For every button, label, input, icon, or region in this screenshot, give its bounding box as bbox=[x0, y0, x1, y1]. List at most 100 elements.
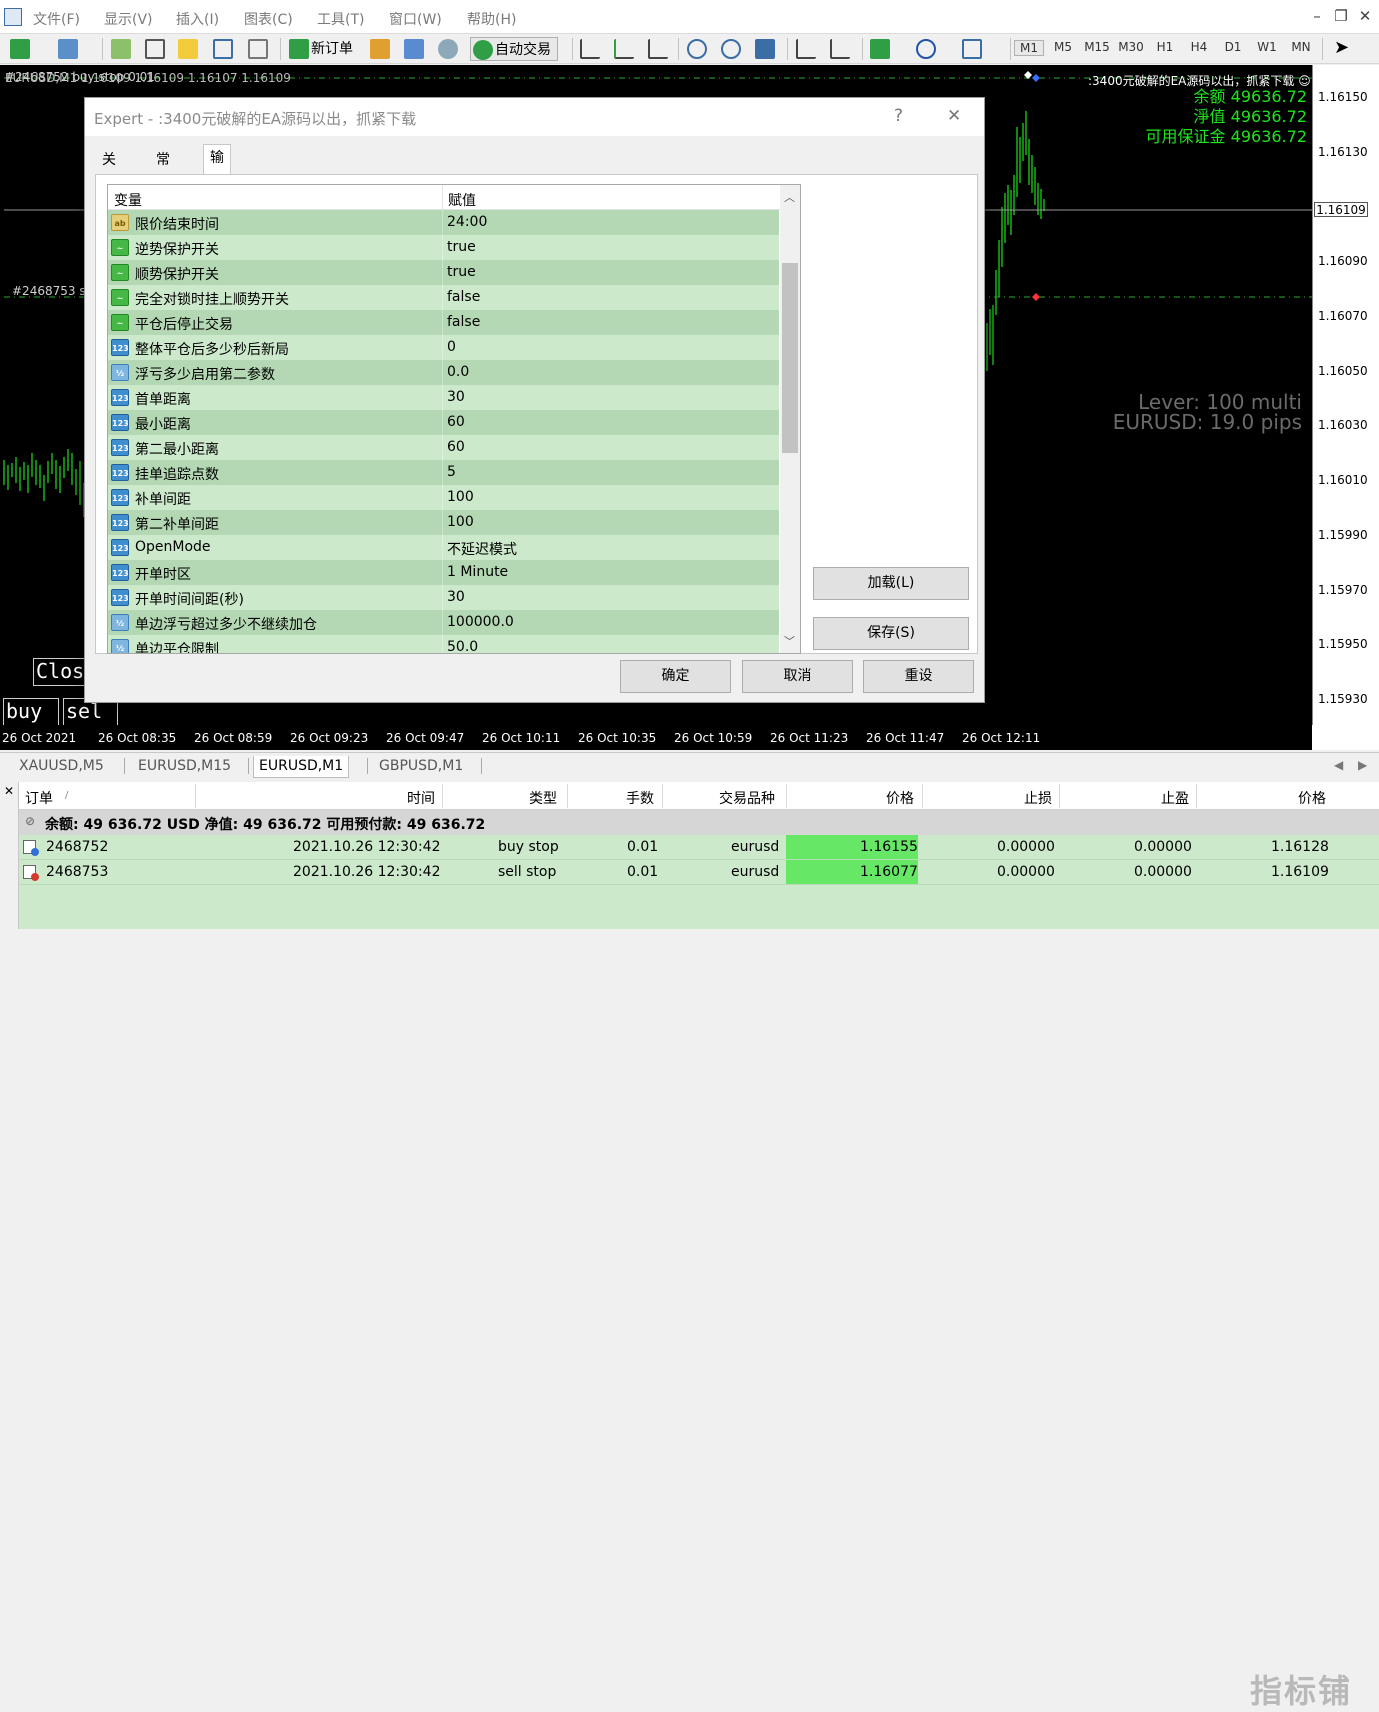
autoscroll-icon[interactable] bbox=[830, 39, 850, 59]
param-row[interactable]: 123 挂单追踪点数 5 bbox=[108, 460, 779, 485]
line-chart-icon[interactable] bbox=[648, 39, 668, 59]
restore-icon[interactable]: ❐ bbox=[1330, 4, 1352, 28]
periods-icon[interactable] bbox=[916, 39, 936, 59]
menu-file[interactable]: 文件(F) bbox=[33, 9, 80, 29]
signals-icon[interactable] bbox=[404, 39, 424, 59]
order-row[interactable]: 2468753 2021.10.26 12:30:42 sell stop 0.01 e… bbox=[19, 860, 1379, 885]
param-value[interactable]: 60 bbox=[447, 414, 465, 430]
templates-icon[interactable] bbox=[962, 39, 982, 59]
col-sl[interactable]: 止损 bbox=[1024, 788, 1052, 808]
order-row[interactable]: 2468752 2021.10.26 12:30:42 buy stop 0.01 eu… bbox=[19, 835, 1379, 860]
close-icon[interactable]: ✕ bbox=[1354, 4, 1376, 28]
tab-scroll-right-icon[interactable]: ▶ bbox=[1358, 758, 1367, 772]
param-value[interactable]: 50.0 bbox=[447, 639, 478, 653]
profiles-icon[interactable] bbox=[58, 39, 78, 59]
auto-trade-button[interactable]: 自动交易 bbox=[470, 37, 558, 61]
param-row[interactable]: ab 限价结束时间 24:00 bbox=[108, 210, 779, 235]
col-current-price[interactable]: 价格 bbox=[1298, 788, 1326, 808]
param-value[interactable]: 0.0 bbox=[447, 364, 469, 380]
param-row[interactable]: 123 OpenMode 不延迟模式 bbox=[108, 535, 779, 560]
menu-insert[interactable]: 插入(I) bbox=[176, 9, 219, 29]
tf-mn[interactable]: MN bbox=[1286, 40, 1316, 54]
tab-common[interactable]: 常用 bbox=[149, 146, 177, 195]
param-value[interactable]: 30 bbox=[447, 389, 465, 405]
param-row[interactable]: ~ 平仓后停止交易 false bbox=[108, 310, 779, 335]
tab-inputs[interactable]: 输入参数 bbox=[203, 144, 231, 247]
menu-window[interactable]: 窗口(W) bbox=[389, 9, 442, 29]
minimize-icon[interactable]: – bbox=[1306, 4, 1328, 28]
param-value[interactable]: 60 bbox=[447, 439, 465, 455]
param-row[interactable]: 123 第二最小距离 60 bbox=[108, 435, 779, 460]
chart-shift-icon[interactable] bbox=[796, 39, 816, 59]
col-order[interactable]: 订单 bbox=[25, 788, 53, 808]
bar-chart-icon[interactable] bbox=[580, 39, 600, 59]
param-value[interactable]: 不延迟模式 bbox=[447, 539, 517, 559]
param-value[interactable]: 100 bbox=[447, 514, 474, 530]
terminal-close-icon[interactable]: ✕ bbox=[4, 784, 14, 798]
menu-help[interactable]: 帮助(H) bbox=[467, 9, 516, 29]
tab-scroll-left-icon[interactable]: ◀ bbox=[1334, 758, 1343, 772]
reset-button[interactable]: 重设 bbox=[863, 660, 974, 693]
grid-scrollbar[interactable]: ︿ ﹀ bbox=[780, 185, 800, 653]
col-time[interactable]: 时间 bbox=[407, 788, 435, 808]
tf-h4[interactable]: H4 bbox=[1184, 40, 1214, 54]
param-row[interactable]: ½ 单边浮亏超过多少不继续加仓 100000.0 bbox=[108, 610, 779, 635]
chart-tab[interactable]: XAUUSD,M5 bbox=[14, 756, 109, 778]
param-row[interactable]: 123 补单间距 100 bbox=[108, 485, 779, 510]
param-value[interactable]: true bbox=[447, 264, 476, 280]
indicators-icon[interactable] bbox=[870, 39, 890, 59]
dialog-titlebar[interactable]: Expert - :3400元破解的EA源码以出，抓紧下载 ? ✕ bbox=[85, 98, 984, 136]
chart-tab[interactable]: GBPUSD,M1 bbox=[374, 756, 468, 778]
dialog-close-icon[interactable]: ✕ bbox=[947, 106, 961, 126]
menu-chart[interactable]: 图表(C) bbox=[244, 9, 293, 29]
param-row[interactable]: ½ 浮亏多少启用第二参数 0.0 bbox=[108, 360, 779, 385]
market-watch-icon[interactable] bbox=[111, 39, 131, 59]
load-button[interactable]: 加载(L) bbox=[813, 567, 969, 600]
tf-w1[interactable]: W1 bbox=[1252, 40, 1282, 54]
param-row[interactable]: 123 开单时区 1 Minute bbox=[108, 560, 779, 585]
help-icon[interactable]: ? bbox=[894, 106, 903, 126]
param-value[interactable]: 100000.0 bbox=[447, 614, 514, 630]
col-symbol[interactable]: 交易品种 bbox=[719, 788, 775, 808]
param-row[interactable]: ½ 单边平仓限制 50.0 bbox=[108, 635, 779, 653]
tf-m15[interactable]: M15 bbox=[1082, 40, 1112, 54]
chart-tab-active[interactable]: EURUSD,M1 bbox=[253, 756, 350, 778]
zoom-out-icon[interactable] bbox=[721, 39, 741, 59]
cancel-button[interactable]: 取消 bbox=[742, 660, 853, 693]
param-value[interactable]: false bbox=[447, 289, 480, 305]
tf-m30[interactable]: M30 bbox=[1116, 40, 1146, 54]
col-price[interactable]: 价格 bbox=[886, 788, 914, 808]
col-lots[interactable]: 手数 bbox=[626, 788, 654, 808]
param-value[interactable]: 24:00 bbox=[447, 214, 487, 230]
buy-button[interactable]: buy bbox=[3, 698, 59, 726]
candlestick-icon[interactable] bbox=[614, 39, 634, 59]
scroll-up-icon[interactable]: ︿ bbox=[784, 189, 795, 205]
param-value[interactable]: 30 bbox=[447, 589, 465, 605]
tf-m1[interactable]: M1 bbox=[1014, 40, 1044, 56]
param-row[interactable]: ~ 顺势保护开关 true bbox=[108, 260, 779, 285]
param-value[interactable]: 1 Minute bbox=[447, 564, 508, 580]
param-row[interactable]: 123 开单时间间距(秒) 30 bbox=[108, 585, 779, 610]
column-variable[interactable]: 变量 bbox=[114, 190, 142, 210]
param-value[interactable]: false bbox=[447, 314, 480, 330]
param-row[interactable]: 123 首单距离 30 bbox=[108, 385, 779, 410]
param-value[interactable]: 100 bbox=[447, 489, 474, 505]
param-row[interactable]: 123 最小距离 60 bbox=[108, 410, 779, 435]
column-value[interactable]: 赋值 bbox=[448, 190, 476, 210]
col-type[interactable]: 类型 bbox=[529, 788, 557, 808]
data-window-icon[interactable] bbox=[145, 39, 165, 59]
menu-view[interactable]: 显示(V) bbox=[104, 9, 153, 29]
tf-m5[interactable]: M5 bbox=[1048, 40, 1078, 54]
menu-tools[interactable]: 工具(T) bbox=[317, 9, 364, 29]
metaeditor-icon[interactable] bbox=[370, 39, 390, 59]
new-chart-icon[interactable] bbox=[10, 39, 30, 59]
param-value[interactable]: 5 bbox=[447, 464, 456, 480]
tile-windows-icon[interactable] bbox=[755, 39, 775, 59]
zoom-in-icon[interactable] bbox=[687, 39, 707, 59]
param-value[interactable]: true bbox=[447, 239, 476, 255]
navigator-icon[interactable] bbox=[178, 39, 198, 59]
strategy-tester-icon[interactable] bbox=[248, 39, 268, 59]
scroll-down-icon[interactable]: ﹀ bbox=[784, 633, 795, 649]
tab-about[interactable]: 关于 bbox=[95, 146, 123, 195]
ok-button[interactable]: 确定 bbox=[620, 660, 731, 693]
